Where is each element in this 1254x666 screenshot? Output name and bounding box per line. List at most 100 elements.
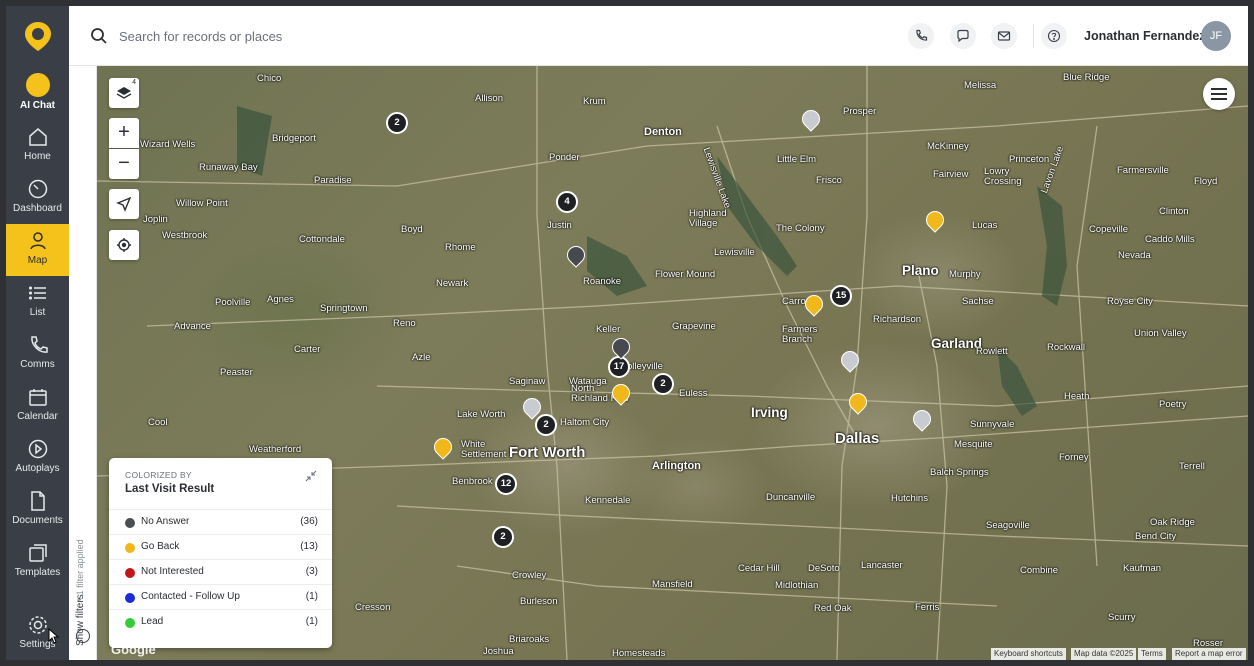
filter-strip[interactable]: • 1 filter applied Show filters	[69, 66, 97, 660]
sidebar-item-ai-chat[interactable]: AI Chat	[6, 68, 69, 120]
map-label: Richardson	[873, 314, 922, 325]
sidebar-item-dashboard[interactable]: Dashboard	[6, 172, 69, 224]
map-label: Forney	[1059, 452, 1089, 463]
map-label: Sunnyvale	[970, 419, 1015, 430]
map-canvas[interactable]: Chico Allison Krum Blue Ridge Melissa Br…	[97, 66, 1248, 660]
sidebar-item-label: Map	[27, 255, 48, 266]
zoom-in-button[interactable]: +	[109, 118, 139, 148]
map-label: Terrell	[1179, 461, 1205, 472]
map-label: Nevada	[1118, 250, 1151, 261]
templates-icon	[28, 544, 47, 562]
legend-item[interactable]: Contacted - Follow Up (1)	[109, 584, 332, 609]
map-label: Bend City	[1135, 531, 1177, 542]
navigate-button[interactable]	[109, 189, 139, 219]
play-circle-icon	[28, 439, 47, 459]
cluster-marker[interactable]: 15	[830, 285, 852, 307]
map-label: Highland Village	[689, 208, 727, 229]
call-button[interactable]	[908, 23, 934, 49]
sidebar-item-home[interactable]: Home	[6, 120, 69, 172]
legend-label: Go Back	[141, 541, 180, 552]
map-label: Farmersville	[1117, 165, 1169, 176]
legend-item[interactable]: No Answer (36)	[109, 509, 332, 534]
map-label: Agnes	[267, 294, 294, 305]
map-label: Rockwall	[1047, 342, 1086, 353]
map-label: Kaufman	[1123, 563, 1162, 574]
navigation-arrow-icon	[116, 196, 132, 212]
map-label: Hutchins	[891, 493, 928, 504]
map-label: Murphy	[949, 269, 981, 280]
avatar[interactable]: JF	[1201, 21, 1231, 51]
map-label: Lake Worth	[457, 409, 506, 420]
map-label: Duncanville	[766, 492, 816, 503]
map-label: Clinton	[1159, 206, 1189, 217]
map-label: Dallas	[835, 430, 880, 447]
cluster-marker[interactable]: 2	[652, 373, 674, 395]
legend-item[interactable]: Go Back (13)	[109, 534, 332, 559]
mouse-cursor-icon	[48, 628, 60, 644]
map-label: olleyville	[627, 361, 663, 372]
cluster-marker[interactable]: 2	[535, 414, 557, 436]
map-label: Midlothian	[775, 580, 819, 591]
help-icon	[1047, 29, 1061, 43]
locate-button[interactable]	[109, 230, 139, 260]
map-label: Cottondale	[299, 234, 345, 245]
sparkle-icon	[25, 73, 50, 97]
cluster-marker[interactable]: 4	[556, 191, 578, 213]
legend-count: (1)	[305, 591, 318, 602]
phone-icon	[916, 29, 928, 41]
legend-item[interactable]: Lead (1)	[109, 609, 332, 634]
legend-count: (1)	[305, 616, 318, 627]
zoom-out-button[interactable]: −	[109, 149, 139, 179]
map-label: Copeville	[1089, 224, 1129, 235]
crosshair-icon	[117, 238, 131, 252]
legend-title: Last Visit Result	[125, 483, 215, 495]
search-input[interactable]	[119, 24, 539, 48]
map-label: Cool	[148, 417, 168, 428]
cluster-marker[interactable]: 17	[608, 356, 630, 378]
legend-count: (36)	[300, 516, 318, 527]
map-label: Frisco	[816, 175, 842, 186]
map-label: Caddo Mills	[1145, 234, 1195, 245]
map-label: Springtown	[320, 303, 368, 314]
map-label: Oak Ridge	[1150, 517, 1195, 528]
user-name[interactable]: Jonathan Fernandez	[1084, 29, 1206, 43]
map-menu-button[interactable]	[1203, 78, 1235, 110]
map-label: Haltom City	[560, 417, 610, 428]
map-label: The Colony	[776, 223, 825, 234]
calendar-icon	[28, 389, 47, 406]
sidebar-item-label: AI Chat	[20, 100, 55, 111]
map-label: White Settlement	[461, 439, 507, 460]
keyboard-shortcuts-link[interactable]: Keyboard shortcuts	[991, 648, 1066, 660]
play-icon[interactable]	[76, 629, 90, 643]
cluster-marker[interactable]: 2	[386, 112, 408, 134]
help-button[interactable]	[1041, 23, 1067, 49]
map-label: Combine	[1020, 565, 1059, 576]
map-label: Lewisville	[714, 247, 755, 258]
terms-link[interactable]: Terms	[1138, 648, 1166, 660]
legend-count: (13)	[300, 541, 318, 552]
sidebar-item-label: Dashboard	[13, 203, 62, 214]
logo-icon[interactable]	[22, 20, 54, 52]
cluster-marker[interactable]: 12	[495, 473, 517, 495]
collapse-icon[interactable]	[305, 470, 317, 482]
messages-button[interactable]	[950, 23, 976, 49]
layers-button[interactable]: 4	[109, 78, 139, 108]
sidebar-item-autoplays[interactable]: Autoplays	[6, 432, 69, 484]
sidebar-item-list[interactable]: List	[6, 276, 69, 328]
cluster-marker[interactable]: 2	[492, 526, 514, 548]
map-label: Mesquite	[954, 439, 993, 450]
sidebar-item-templates[interactable]: Templates	[6, 536, 69, 588]
legend-dot	[125, 543, 135, 553]
sidebar-item-comms[interactable]: Comms	[6, 328, 69, 380]
sidebar-item-documents[interactable]: Documents	[6, 484, 69, 536]
report-map-error-link[interactable]: Report a map error	[1172, 648, 1246, 660]
map-label: Balch Springs	[930, 467, 989, 478]
app-window: AI Chat Home Dashboard Map List Comms Ca…	[6, 6, 1248, 660]
legend-item[interactable]: Not Interested (3)	[109, 559, 332, 584]
sidebar-item-calendar[interactable]: Calendar	[6, 380, 69, 432]
map-label: Melissa	[964, 80, 997, 91]
legend-label: Not Interested	[141, 566, 204, 577]
email-button[interactable]	[991, 23, 1017, 49]
sidebar-item-map[interactable]: Map	[6, 224, 69, 276]
map-label: Garland	[931, 336, 983, 351]
